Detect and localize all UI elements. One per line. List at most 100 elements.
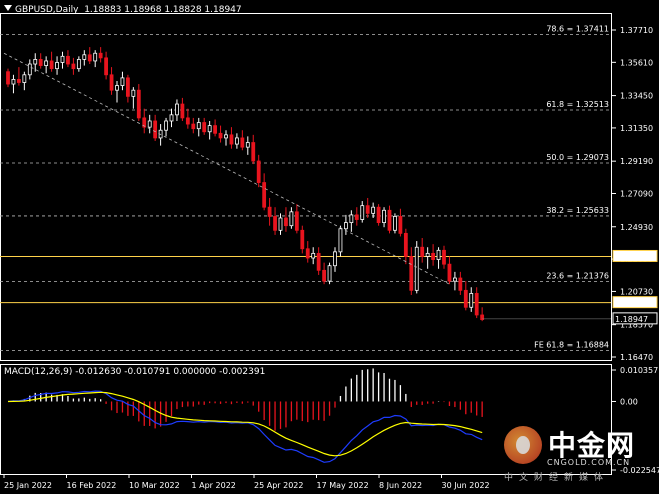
date-axis-label: 25 Jan 2022 (4, 481, 52, 490)
price-axis-label: 1.35610 (620, 58, 653, 67)
candle-body (420, 246, 425, 257)
candle-body (447, 263, 452, 282)
candle-body (294, 211, 299, 231)
candle-body (218, 132, 223, 139)
candle-body (202, 122, 207, 133)
candle-body (300, 229, 305, 250)
date-axis-label: 17 May 2022 (317, 481, 369, 490)
macd-header: MACD(12,26,9) -0.012630 -0.010791 0.0000… (4, 367, 266, 377)
candle-body (87, 54, 92, 62)
candle-body (27, 63, 32, 76)
candle-body (425, 252, 430, 257)
candle-body (256, 160, 261, 183)
candle-body (245, 142, 250, 148)
date-axis-label: 16 Feb 2022 (67, 481, 117, 490)
candle-body (98, 52, 103, 59)
candle-body (147, 120, 152, 128)
candle-body (175, 103, 179, 116)
trend-line[interactable] (3, 52, 450, 285)
candle-body (164, 120, 168, 131)
price-axis-label: 1.37710 (620, 26, 653, 35)
candle-body (38, 59, 43, 66)
candle-body (409, 256, 414, 291)
candle-body (284, 217, 288, 227)
candle-body (431, 252, 436, 260)
candle-body (393, 216, 397, 231)
price-axis-label: 1.27090 (620, 190, 653, 199)
fe-level-label: FE 61.8 = 1.16884 (534, 341, 609, 350)
candle-body (229, 134, 234, 145)
fib-level-label: 61.8 = 1.32513 (546, 100, 609, 109)
candle-body (305, 248, 310, 259)
candle-body (403, 232, 408, 257)
candle-body (185, 117, 190, 125)
candle-body (311, 252, 316, 259)
date-axis-label: 30 Jun 2022 (442, 481, 490, 490)
fib-level-label: 50.0 = 1.29073 (546, 153, 609, 162)
date-axis-label: 1 Apr 2022 (192, 481, 236, 490)
candle-body (458, 277, 463, 291)
candle-body (71, 63, 76, 70)
candle-body (66, 55, 70, 65)
candle-body (387, 209, 392, 231)
candle-body (414, 246, 419, 291)
candle-body (93, 52, 98, 62)
fib-level-label: 23.6 = 1.21376 (546, 271, 609, 280)
fib-level-label: 78.6 = 1.37411 (546, 25, 609, 34)
chart-window[interactable]: 1.37710 1.35610 1.33450 1.31350 1.29190 1.270… (0, 0, 659, 494)
candle-body (371, 206, 376, 214)
candle-body (11, 79, 16, 85)
price-axis-label: 1.33450 (620, 92, 653, 101)
candle-body (109, 74, 114, 91)
candle-body (120, 77, 125, 86)
candle-body (469, 293, 474, 308)
candle-body (55, 62, 59, 70)
candle-body (349, 214, 354, 223)
price-axis-label: 1.16470 (620, 353, 653, 362)
hline-price-label: 1.23000 (615, 252, 648, 261)
hline-price-label: 1.20000 (615, 299, 648, 308)
candle-body (338, 228, 343, 253)
candle-body (376, 206, 381, 223)
ohlc-values: 1.18883 1.18968 1.18828 1.18947 (84, 5, 242, 15)
candle-body (278, 217, 283, 231)
candle-body (136, 89, 141, 119)
candle-body (104, 57, 108, 76)
candle-body (474, 293, 479, 316)
candle-body (289, 211, 294, 227)
candle-body (126, 77, 130, 97)
candle-body (333, 251, 337, 267)
price-axis-label: 1.20730 (620, 287, 653, 296)
candle-body (262, 182, 267, 208)
candle-body (251, 142, 256, 162)
candle-body (16, 79, 21, 83)
candle-body (196, 122, 201, 130)
candle-body (234, 137, 239, 145)
candle-body (22, 74, 27, 83)
candle-body (316, 252, 321, 271)
candle-body (343, 222, 348, 230)
dropdown-triangle-icon[interactable] (4, 5, 12, 11)
macd-axis-label: 0.00 (620, 397, 638, 406)
candle-body (44, 60, 49, 66)
candle-body (365, 205, 370, 214)
macd-axis-label: 0.010357 (620, 366, 658, 375)
candle-body (213, 125, 218, 134)
candle-body (153, 120, 158, 139)
candle-body (327, 265, 332, 282)
symbol-timeframe: GBPUSD,Daily (15, 5, 79, 15)
candle-body (463, 289, 468, 308)
candle-body (6, 71, 10, 85)
current-price-label: 1.18947 (615, 315, 648, 324)
candle-body (131, 89, 136, 97)
fib-level-label: 38.2 = 1.25633 (546, 206, 609, 215)
candle-body (169, 114, 174, 122)
price-axis-label: 1.29190 (620, 157, 653, 166)
candle-body (82, 54, 87, 60)
candle-body (191, 123, 196, 130)
date-axis-label: 10 Mar 2022 (129, 481, 180, 490)
candle-body (240, 137, 245, 148)
candle-body (442, 249, 446, 265)
candle-body (398, 216, 403, 234)
candle-body (436, 249, 441, 260)
